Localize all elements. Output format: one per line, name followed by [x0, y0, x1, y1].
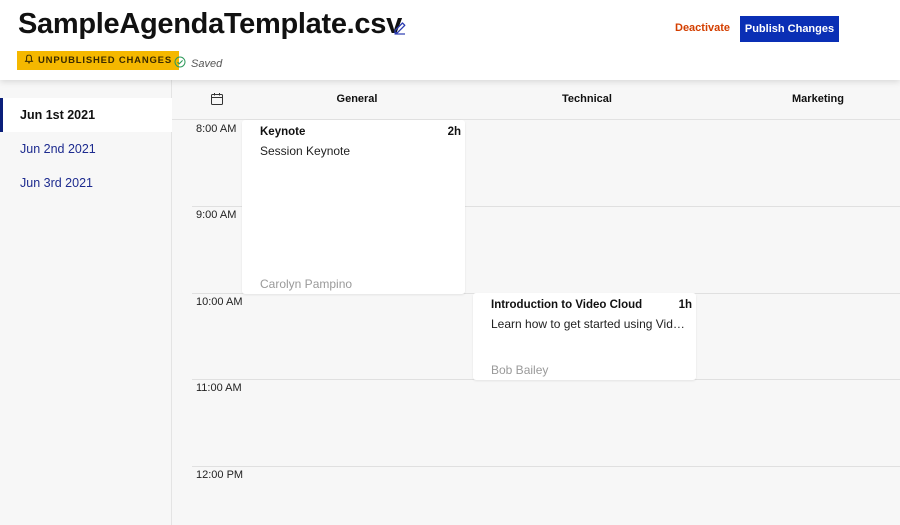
time-label: 9:00 AM: [196, 209, 237, 221]
save-status-label: Saved: [191, 57, 223, 70]
check-circle-icon: [174, 56, 186, 71]
page-title: SampleAgendaTemplate.csv: [18, 8, 402, 40]
save-status: Saved: [174, 56, 222, 71]
column-header-technical: Technical: [562, 93, 612, 105]
event-speaker: Carolyn Pampino: [260, 277, 353, 291]
event-description: Session Keynote: [260, 144, 351, 158]
event-card-video-cloud[interactable]: Introduction to Video Cloud 1h Learn how…: [473, 293, 696, 380]
event-duration: 2h: [447, 126, 461, 138]
sidebar-date-jun-1[interactable]: Jun 1st 2021: [0, 98, 172, 132]
badge-label: UNPUBLISHED CHANGES: [38, 55, 172, 66]
pencil-icon[interactable]: [392, 20, 408, 36]
sidebar-date-jun-3[interactable]: Jun 3rd 2021: [0, 166, 172, 200]
event-duration: 1h: [678, 299, 692, 311]
deactivate-button[interactable]: Deactivate: [675, 22, 730, 34]
bell-icon: [24, 54, 34, 67]
sidebar-date-label: Jun 3rd 2021: [20, 176, 93, 190]
time-label: 8:00 AM: [196, 123, 237, 135]
date-sidebar: Jun 1st 2021 Jun 2nd 2021 Jun 3rd 2021: [0, 80, 172, 525]
event-speaker: Bob Bailey: [491, 363, 549, 377]
column-header-general: General: [336, 93, 378, 105]
publish-changes-button[interactable]: Publish Changes: [740, 16, 839, 42]
column-header-marketing: Marketing: [792, 93, 844, 105]
sidebar-date-label: Jun 1st 2021: [20, 108, 96, 122]
event-description: Learn how to get started using Video Clo…: [491, 317, 691, 331]
event-card-keynote[interactable]: Keynote 2h Session Keynote Carolyn Pampi…: [242, 120, 465, 294]
agenda-calendar: General Technical Marketing 8:00 AM 9:00…: [172, 80, 900, 525]
event-title: Keynote: [260, 126, 306, 138]
sidebar-date-jun-2[interactable]: Jun 2nd 2021: [0, 132, 172, 166]
calendar-icon: [210, 92, 224, 106]
event-title: Introduction to Video Cloud: [491, 299, 643, 311]
time-label: 12:00 PM: [196, 469, 244, 481]
page-header: SampleAgendaTemplate.csv UNPUBLISHED CHA…: [0, 0, 900, 80]
unpublished-badge: UNPUBLISHED CHANGES: [17, 51, 179, 70]
time-label: 11:00 AM: [196, 382, 242, 394]
sidebar-date-label: Jun 2nd 2021: [20, 142, 96, 156]
calendar-header: General Technical Marketing: [172, 80, 900, 120]
hour-divider: [192, 466, 900, 467]
time-label: 10:00 AM: [196, 296, 243, 308]
